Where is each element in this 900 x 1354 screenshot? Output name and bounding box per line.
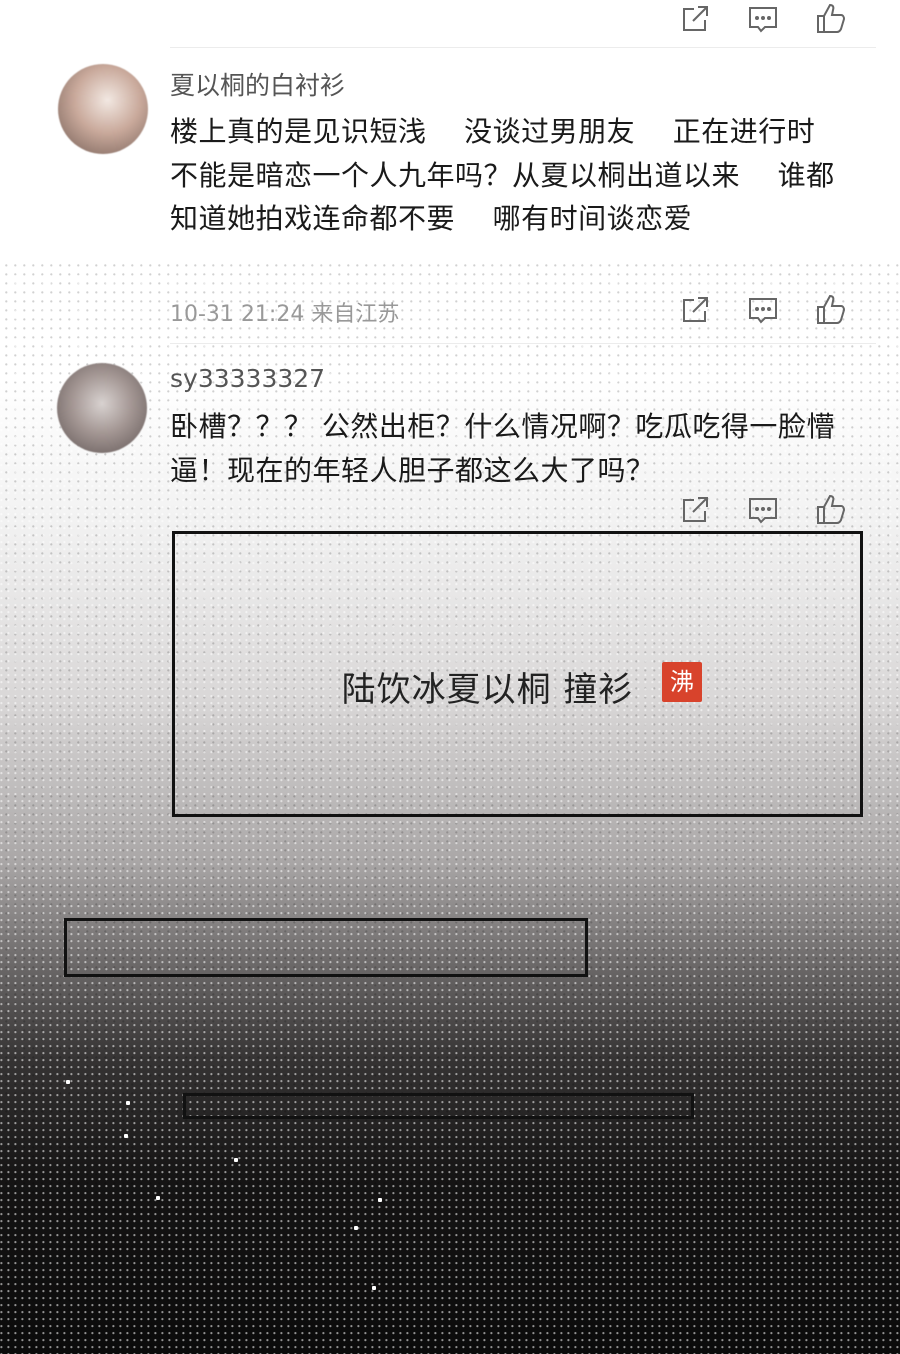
speck (126, 1101, 130, 1105)
avatar[interactable] (57, 363, 147, 453)
like-icon[interactable] (814, 293, 848, 327)
banner-title: 陆饮冰夏以桐 撞衫 (341, 670, 634, 710)
divider (170, 343, 876, 344)
comment-text: 楼上真的是见识短浅 没谈过男朋友 正在进行时 不能是暗恋一个人九年吗？从夏以桐出… (170, 115, 853, 235)
speck (372, 1286, 376, 1290)
hot-search-banner[interactable]: 陆饮冰夏以桐 撞衫 沸 (172, 531, 863, 817)
comment-icon[interactable] (746, 293, 780, 327)
like-icon[interactable] (814, 493, 848, 527)
share-icon[interactable] (678, 2, 712, 36)
share-icon[interactable] (678, 293, 712, 327)
comment-icon[interactable] (746, 493, 780, 527)
comment-action-bar (678, 493, 858, 527)
comment-text: 卧槽？？？ 公然出柜？什么情况啊？吃瓜吃得一脸懵逼！现在的年轻人胆子都这么大了吗… (170, 410, 835, 487)
comment-username[interactable]: 夏以桐的白衬衫 (170, 66, 345, 102)
comment-icon[interactable] (746, 2, 780, 36)
divider (170, 47, 876, 48)
speck (66, 1080, 70, 1084)
avatar[interactable] (58, 64, 148, 154)
like-icon[interactable] (814, 2, 848, 36)
speck (378, 1198, 382, 1202)
empty-caption-box (64, 918, 588, 977)
comment-meta: 10-31 21:24 来自江苏 (170, 302, 400, 327)
hot-badge: 沸 (662, 662, 702, 702)
share-icon[interactable] (678, 493, 712, 527)
comment-action-bar (678, 293, 858, 327)
top-action-bar (678, 2, 858, 36)
speck (124, 1134, 128, 1138)
speck (234, 1158, 238, 1162)
empty-caption-box (183, 1093, 694, 1119)
speck (156, 1196, 160, 1200)
speck (354, 1226, 358, 1230)
comment-username[interactable]: sy33333327 (170, 364, 325, 393)
